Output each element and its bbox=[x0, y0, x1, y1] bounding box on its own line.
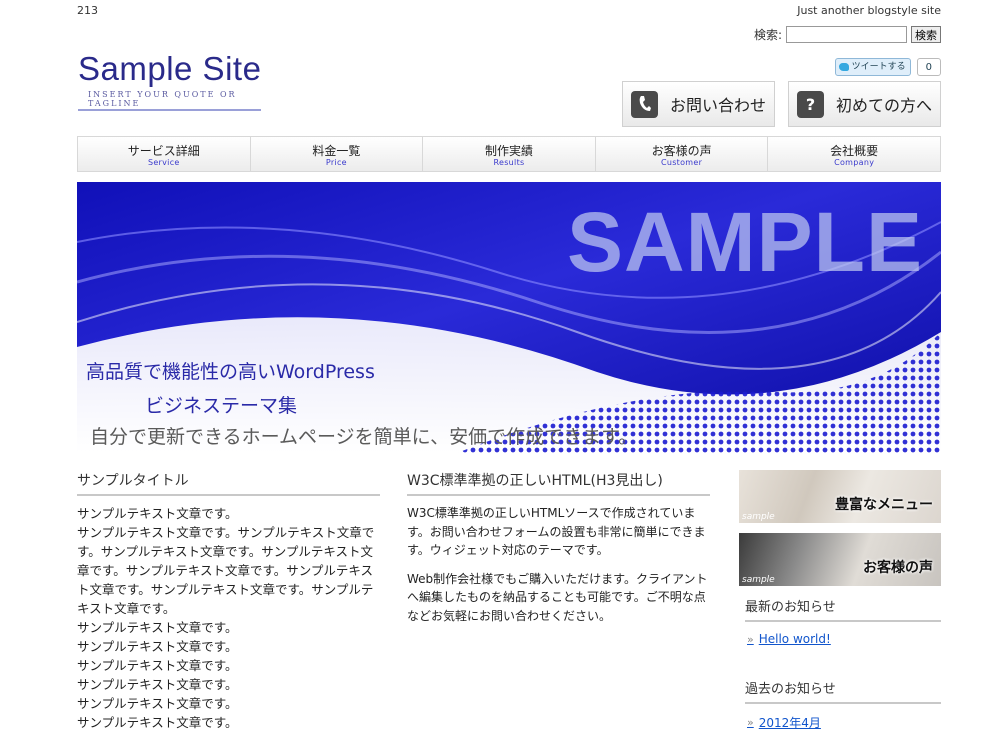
site-logo[interactable]: Sample Site INSERT YOUR QUOTE OR TAGLINE bbox=[78, 50, 261, 111]
tweet-widget: ツイートする 0 bbox=[834, 58, 941, 76]
hero-banner: SAMPLE 高品質で機能性の高いWordPress ビジネステーマ集 自分で更… bbox=[77, 182, 941, 453]
hero-subheadline: ビジネステーマ集 bbox=[145, 395, 298, 417]
main-text-line: サンプルテキスト文章です。 bbox=[77, 715, 238, 730]
center-title: W3C標準準拠の正しいHTML(H3見出し) bbox=[407, 470, 710, 496]
hero-sample-text: SAMPLE bbox=[566, 195, 923, 289]
tweet-button[interactable]: ツイートする bbox=[834, 58, 911, 76]
nav-item-results[interactable]: 制作実績 Results bbox=[423, 137, 596, 171]
nav-item-company[interactable]: 会社概要 Company bbox=[768, 137, 940, 171]
global-nav: サービス詳細 Service 料金一覧 Price 制作実績 Results お… bbox=[77, 136, 941, 172]
hero-headline: 高品質で機能性の高いWordPress bbox=[86, 361, 375, 383]
sidebar: 豊富なメニュー sample お客様の声 sample 最新のお知らせ » He… bbox=[739, 470, 941, 731]
center-paragraph-2: Web制作会社様でもご購入いただけます。クライアントへ編集したものを納品すること… bbox=[407, 571, 708, 623]
main-text-line: サンプルテキスト文章です。 bbox=[77, 696, 238, 711]
main-text-line: サンプルテキスト文章です。 bbox=[77, 677, 238, 692]
phone-icon bbox=[631, 90, 658, 118]
nav-item-label: お客様の声 bbox=[651, 144, 712, 158]
tweet-label: ツイートする bbox=[851, 62, 906, 72]
search-form: 検索: 検索 bbox=[754, 26, 941, 43]
main-title: サンプルタイトル bbox=[77, 470, 380, 496]
first-visit-label: 初めての方へ bbox=[836, 96, 933, 115]
main-text-line: サンプルテキスト文章です。 bbox=[77, 506, 238, 521]
nav-item-label: サービス詳細 bbox=[127, 144, 200, 158]
main-text-line: サンプルテキスト文章です。 bbox=[77, 658, 238, 673]
main-column: サンプルタイトル サンプルテキスト文章です。 サンプルテキスト文章です。サンプル… bbox=[77, 470, 380, 732]
news-link[interactable]: » Hello world! bbox=[747, 632, 941, 646]
double-chevron-icon: » bbox=[747, 716, 754, 729]
first-visit-button[interactable]: ? 初めての方へ bbox=[788, 81, 941, 127]
menu-banner[interactable]: 豊富なメニュー sample bbox=[739, 470, 941, 523]
top-counter: 213 bbox=[77, 4, 98, 17]
top-bar: 213 Just another blogstyle site bbox=[77, 4, 941, 18]
contact-label: お問い合わせ bbox=[670, 96, 767, 115]
news-link-text: Hello world! bbox=[758, 632, 831, 646]
voice-banner-label: お客様の声 bbox=[863, 560, 933, 576]
nav-item-label: 料金一覧 bbox=[312, 144, 361, 158]
nav-item-sublabel: Customer bbox=[660, 158, 703, 167]
nav-item-sublabel: Price bbox=[325, 158, 347, 167]
contact-button[interactable]: お問い合わせ bbox=[622, 81, 775, 127]
menu-banner-tag: sample bbox=[742, 512, 775, 522]
tweet-count: 0 bbox=[916, 58, 941, 76]
hero-tagline: 自分で更新できるホームページを簡単に、安価で作成できます。 bbox=[90, 426, 638, 448]
archive-link-text: 2012年4月 bbox=[758, 716, 821, 730]
nav-item-label: 会社概要 bbox=[830, 144, 879, 158]
search-button[interactable]: 検索 bbox=[911, 26, 941, 43]
site-tagline: INSERT YOUR QUOTE OR TAGLINE bbox=[78, 90, 261, 111]
main-text-line: サンプルテキスト文章です。 bbox=[77, 639, 238, 654]
news-heading: 最新のお知らせ bbox=[745, 596, 941, 622]
nav-item-sublabel: Service bbox=[147, 158, 180, 167]
nav-item-sublabel: Company bbox=[834, 158, 875, 167]
nav-item-label: 制作実績 bbox=[484, 144, 533, 158]
center-paragraph-1: W3C標準準拠の正しいHTMLソースで作成されています。お問い合わせフォームの設… bbox=[407, 506, 706, 557]
site-description: Just another blogstyle site bbox=[797, 4, 941, 17]
nav-item-price[interactable]: 料金一覧 Price bbox=[251, 137, 424, 171]
nav-item-service[interactable]: サービス詳細 Service bbox=[78, 137, 251, 171]
main-text-line: サンプルテキスト文章です。 bbox=[77, 620, 238, 635]
menu-banner-label: 豊富なメニュー bbox=[835, 497, 933, 513]
main-text-line: サンプルテキスト文章です。サンプルテキスト文章です。サンプルテキスト文章です。サ… bbox=[77, 525, 375, 616]
twitter-bird-icon bbox=[838, 63, 849, 71]
center-column: W3C標準準拠の正しいHTML(H3見出し) W3C標準準拠の正しいHTMLソー… bbox=[407, 470, 710, 635]
search-label: 検索: bbox=[753, 28, 782, 42]
double-chevron-icon: » bbox=[747, 632, 754, 646]
nav-item-customer[interactable]: お客様の声 Customer bbox=[596, 137, 769, 171]
question-icon: ? bbox=[797, 90, 824, 118]
nav-item-sublabel: Results bbox=[493, 158, 525, 167]
voice-banner-tag: sample bbox=[742, 575, 775, 585]
site-name: Sample Site bbox=[78, 50, 262, 87]
archive-heading: 過去のお知らせ bbox=[745, 678, 941, 704]
voice-banner[interactable]: お客様の声 sample bbox=[739, 533, 941, 586]
main-body: サンプルテキスト文章です。 サンプルテキスト文章です。サンプルテキスト文章です。… bbox=[77, 504, 380, 732]
search-input[interactable] bbox=[786, 26, 907, 43]
archive-link[interactable]: » 2012年4月 bbox=[747, 714, 941, 731]
